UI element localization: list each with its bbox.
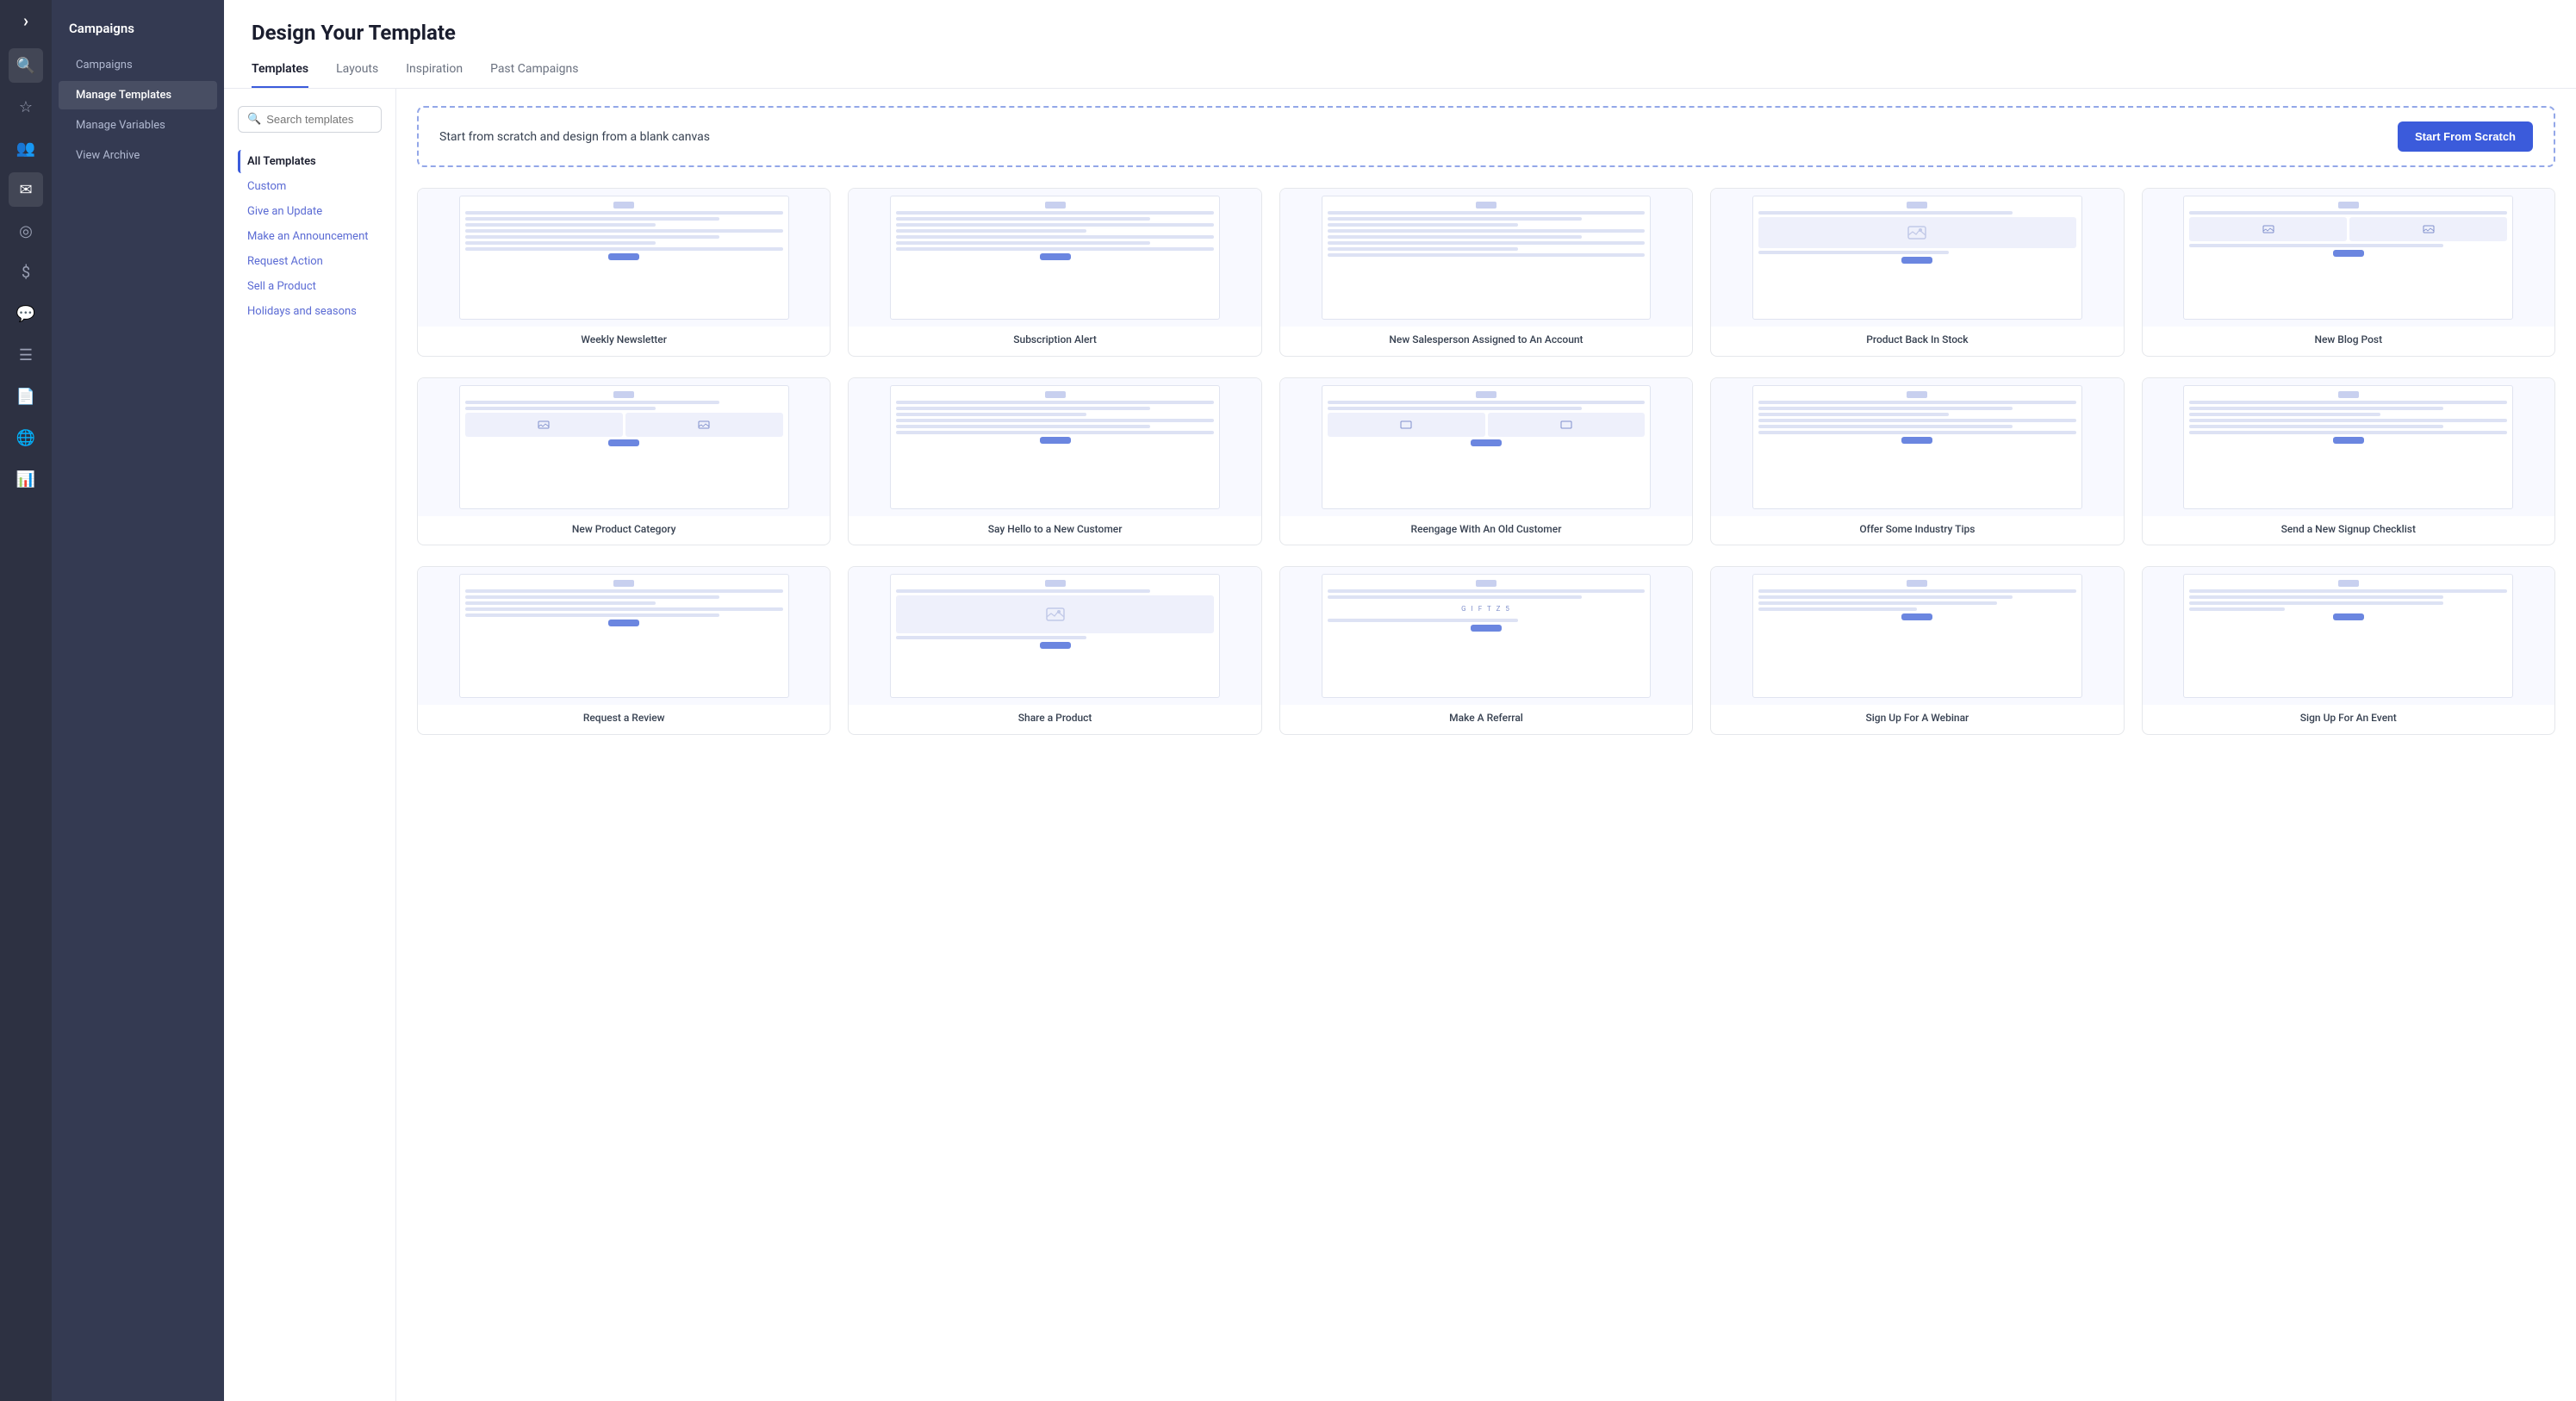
filter-custom[interactable]: Custom xyxy=(238,175,382,198)
sidebar-item-campaigns[interactable]: Campaigns xyxy=(59,51,217,79)
filter-holidays[interactable]: Holidays and seasons xyxy=(238,300,382,323)
template-card-referral[interactable]: G I F T Z 5 Make A Referral xyxy=(1279,566,1693,735)
sidebar-item-manage-templates[interactable]: Manage Templates xyxy=(59,81,217,109)
sidebar-wide: Campaigns Campaigns Manage Templates Man… xyxy=(52,0,224,1401)
template-name: Sign Up For A Webinar xyxy=(1711,705,2123,734)
template-preview xyxy=(418,567,830,705)
tab-past-campaigns[interactable]: Past Campaigns xyxy=(490,62,578,88)
template-preview xyxy=(418,189,830,327)
template-preview xyxy=(849,567,1260,705)
page-header: Design Your Template Templates Layouts I… xyxy=(224,0,2576,89)
sidebar-narrow: › 🔍 ☆ 👥 ✉ ◎ $ 💬 ☰ 📄 🌐 📊 xyxy=(0,0,52,1401)
search-icon: 🔍 xyxy=(247,113,261,126)
template-card-webinar[interactable]: Sign Up For A Webinar xyxy=(1710,566,2124,735)
template-card-weekly-newsletter[interactable]: Weekly Newsletter xyxy=(417,188,831,357)
search-nav-icon[interactable]: 🔍 xyxy=(9,48,43,83)
scratch-banner: Start from scratch and design from a bla… xyxy=(417,106,2555,167)
template-card-product-back-in-stock[interactable]: Product Back In Stock xyxy=(1710,188,2124,357)
scratch-banner-text: Start from scratch and design from a bla… xyxy=(439,130,710,144)
template-card-reengage[interactable]: Reengage With An Old Customer xyxy=(1279,377,1693,546)
filter-list: All Templates Custom Give an Update Make… xyxy=(238,150,382,323)
template-name: Subscription Alert xyxy=(849,327,1260,356)
filter-make-announcement[interactable]: Make an Announcement xyxy=(238,225,382,248)
template-name: New Product Category xyxy=(418,516,830,545)
template-preview xyxy=(2143,378,2554,516)
template-preview xyxy=(2143,567,2554,705)
filter-give-an-update[interactable]: Give an Update xyxy=(238,200,382,223)
template-preview xyxy=(2143,189,2554,327)
template-name: New Salesperson Assigned to An Account xyxy=(1280,327,1692,356)
template-card-subscription-alert[interactable]: Subscription Alert xyxy=(848,188,1261,357)
search-box[interactable]: 🔍 xyxy=(238,106,382,133)
tab-layouts[interactable]: Layouts xyxy=(336,62,378,88)
template-preview xyxy=(418,378,830,516)
sidebar-item-view-archive[interactable]: View Archive xyxy=(59,141,217,170)
template-preview xyxy=(1711,189,2123,327)
content-area: 🔍 All Templates Custom Give an Update Ma… xyxy=(224,89,2576,1401)
main-content: Design Your Template Templates Layouts I… xyxy=(224,0,2576,1401)
template-name: Say Hello to a New Customer xyxy=(849,516,1260,545)
template-name: Make A Referral xyxy=(1280,705,1692,734)
template-card-new-salesperson[interactable]: New Salesperson Assigned to An Account xyxy=(1279,188,1693,357)
page-title: Design Your Template xyxy=(252,21,2548,45)
tab-bar: Templates Layouts Inspiration Past Campa… xyxy=(252,62,2548,88)
template-card-new-blog-post[interactable]: New Blog Post xyxy=(2142,188,2555,357)
template-card-signup-checklist[interactable]: Send a New Signup Checklist xyxy=(2142,377,2555,546)
template-name: Product Back In Stock xyxy=(1711,327,2123,356)
tab-templates[interactable]: Templates xyxy=(252,62,308,88)
template-card-new-product-category[interactable]: New Product Category xyxy=(417,377,831,546)
template-grid-row-2: New Product Category xyxy=(417,377,2555,546)
template-card-event[interactable]: Sign Up For An Event xyxy=(2142,566,2555,735)
template-card-say-hello[interactable]: Say Hello to a New Customer xyxy=(848,377,1261,546)
template-name: Weekly Newsletter xyxy=(418,327,830,356)
template-name: Sign Up For An Event xyxy=(2143,705,2554,734)
star-nav-icon[interactable]: ☆ xyxy=(9,90,43,124)
template-name: Request a Review xyxy=(418,705,830,734)
template-preview xyxy=(1711,378,2123,516)
target-nav-icon[interactable]: ◎ xyxy=(9,214,43,248)
tab-inspiration[interactable]: Inspiration xyxy=(406,62,463,88)
list-nav-icon[interactable]: ☰ xyxy=(9,338,43,372)
filter-sell-product[interactable]: Sell a Product xyxy=(238,275,382,298)
template-grid-row-1: Weekly Newsletter xyxy=(417,188,2555,357)
sidebar-logo[interactable]: › xyxy=(23,10,28,31)
template-name: New Blog Post xyxy=(2143,327,2554,356)
sidebar-item-manage-variables[interactable]: Manage Variables xyxy=(59,111,217,140)
left-panel: 🔍 All Templates Custom Give an Update Ma… xyxy=(224,89,396,1401)
template-card-industry-tips[interactable]: Offer Some Industry Tips xyxy=(1710,377,2124,546)
templates-area: Start from scratch and design from a bla… xyxy=(396,89,2576,1401)
template-preview: G I F T Z 5 xyxy=(1280,567,1692,705)
start-from-scratch-button[interactable]: Start From Scratch xyxy=(2398,121,2533,152)
globe-nav-icon[interactable]: 🌐 xyxy=(9,420,43,455)
filter-request-action[interactable]: Request Action xyxy=(238,250,382,273)
chat-nav-icon[interactable]: 💬 xyxy=(9,296,43,331)
template-grid-row-3: Request a Review xyxy=(417,566,2555,735)
email-nav-icon[interactable]: ✉ xyxy=(9,172,43,207)
template-card-share-product[interactable]: Share a Product xyxy=(848,566,1261,735)
chart-nav-icon[interactable]: 📊 xyxy=(9,462,43,496)
template-preview xyxy=(1280,189,1692,327)
template-name: Share a Product xyxy=(849,705,1260,734)
template-preview xyxy=(849,189,1260,327)
users-nav-icon[interactable]: 👥 xyxy=(9,131,43,165)
filter-all-templates[interactable]: All Templates xyxy=(238,150,382,173)
template-name: Send a New Signup Checklist xyxy=(2143,516,2554,545)
template-preview xyxy=(849,378,1260,516)
search-input[interactable] xyxy=(266,113,372,126)
dollar-nav-icon[interactable]: $ xyxy=(9,255,43,290)
template-name: Offer Some Industry Tips xyxy=(1711,516,2123,545)
sidebar-section-title: Campaigns xyxy=(52,14,224,50)
template-card-request-review[interactable]: Request a Review xyxy=(417,566,831,735)
template-preview xyxy=(1711,567,2123,705)
doc-nav-icon[interactable]: 📄 xyxy=(9,379,43,414)
template-preview xyxy=(1280,378,1692,516)
template-name: Reengage With An Old Customer xyxy=(1280,516,1692,545)
